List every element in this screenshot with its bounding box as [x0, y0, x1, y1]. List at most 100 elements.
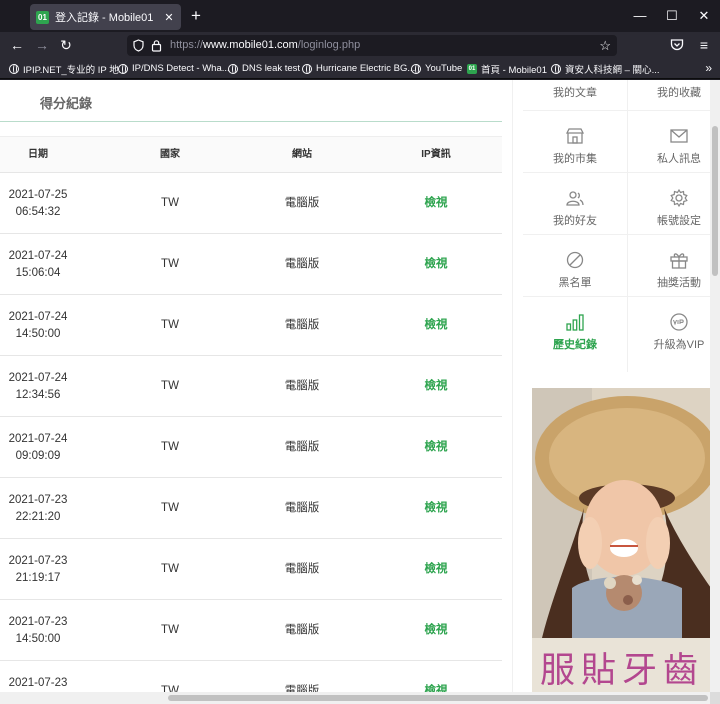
menu-my-friends[interactable]: 我的好友 — [523, 180, 627, 242]
login-log-panel: 得分紀錄 日期 國家 網站 IP資訊 2021-07-25 06:54:32 TW… — [0, 80, 502, 692]
menu-private-messages[interactable]: 私人訊息 — [627, 118, 710, 180]
menu-lucky-draw[interactable]: 抽獎活動 — [627, 242, 710, 304]
store-icon — [565, 128, 585, 144]
friends-icon — [566, 191, 584, 206]
date-cell: 2021-07-23 21:19:17 — [8, 555, 68, 584]
view-ip-link[interactable]: 檢視 — [398, 234, 474, 294]
column-header-site: 網站 — [292, 149, 312, 160]
date-cell: 2021-07-23 22:21:20 — [8, 494, 68, 523]
date-cell: 2021-07-24 09:09:09 — [8, 433, 68, 462]
site-cell: 電腦版 — [284, 685, 320, 692]
bookmark-item[interactable]: IP/DNS Detect - Wha... — [118, 58, 230, 79]
blocked-icon — [566, 251, 584, 269]
globe-icon — [228, 63, 238, 74]
menu-icon[interactable]: ≡ — [694, 34, 714, 56]
mobile01-favicon-icon: 01 — [467, 63, 477, 74]
site-cell: 電腦版 — [284, 258, 320, 270]
view-ip-link[interactable]: 檢視 — [398, 356, 474, 416]
ad-headline: 服貼牙齒 — [540, 651, 705, 691]
tab-close-icon[interactable]: ✕ — [163, 11, 175, 24]
menu-history[interactable]: 歷史紀錄 — [523, 304, 627, 366]
view-ip-link[interactable]: 檢視 — [398, 417, 474, 477]
advertisement-banner[interactable]: 服貼牙齒 — [532, 388, 710, 692]
url-text[interactable]: https://www.mobile01.com/loginlog.php — [170, 35, 360, 56]
date-cell: 2021-07-24 12:34:56 — [8, 372, 68, 401]
scrollbar-thumb[interactable] — [712, 126, 718, 276]
table-row: 2021-07-24 14:50:00 TW 電腦版 檢視 — [0, 295, 502, 356]
page-viewport: 得分紀錄 日期 國家 網站 IP資訊 2021-07-25 06:54:32 TW… — [0, 80, 710, 692]
menu-my-favorites[interactable]: 我的收藏 — [627, 80, 710, 110]
table-row: 2021-07-23 14:50:00 TW 電腦版 檢視 — [0, 600, 502, 661]
mail-icon — [670, 129, 688, 143]
url-bar[interactable]: https://www.mobile01.com/loginlog.php ☆ — [127, 35, 617, 56]
globe-icon — [9, 63, 19, 74]
site-cell: 電腦版 — [284, 197, 320, 209]
horizontal-scrollbar[interactable] — [0, 692, 710, 704]
chevron-more-icon[interactable]: » — [705, 58, 712, 79]
minimize-icon[interactable]: — — [630, 6, 650, 26]
bookmark-item[interactable]: 01 首頁 - Mobile01 — [467, 58, 547, 79]
view-ip-link[interactable]: 檢視 — [398, 600, 474, 660]
grid-divider — [523, 110, 710, 111]
country-cell: TW — [161, 319, 179, 331]
site-cell: 電腦版 — [284, 563, 320, 575]
lock-icon — [151, 40, 162, 52]
date-cell: 2021-07-23 14:50:00 — [8, 616, 68, 645]
bookmark-star-icon[interactable]: ☆ — [599, 35, 611, 56]
menu-my-articles[interactable]: 我的文章 — [523, 80, 627, 110]
view-ip-link[interactable]: 檢視 — [398, 539, 474, 599]
table-row: 2021-07-24 09:09:09 TW 電腦版 檢視 — [0, 417, 502, 478]
section-header: 得分紀錄 — [0, 80, 502, 122]
gift-icon — [670, 253, 688, 269]
pocket-icon[interactable] — [670, 38, 684, 52]
tab-bar: 01 登入記錄 - Mobile01 ✕ + — ☐ ✕ — [0, 0, 720, 32]
section-title: 得分紀錄 — [40, 96, 93, 111]
view-ip-link[interactable]: 檢視 — [398, 173, 474, 233]
mobile01-favicon-icon: 01 — [36, 10, 49, 24]
date-cell: 2021-07-24 15:06:04 — [8, 250, 68, 279]
table-row: 2021-07-24 15:06:04 TW 電腦版 檢視 — [0, 234, 502, 295]
forward-icon[interactable]: → — [32, 34, 52, 56]
country-cell: TW — [161, 380, 179, 392]
country-cell: TW — [161, 258, 179, 270]
maximize-icon[interactable]: ☐ — [662, 6, 682, 26]
back-icon[interactable]: ← — [7, 34, 27, 56]
date-cell: 2021-07-24 14:50:00 — [8, 311, 68, 340]
bookmark-item[interactable]: IPIP.NET_专业的 IP 地... — [9, 58, 127, 79]
table-row: 2021-07-24 12:34:56 TW 電腦版 檢視 — [0, 356, 502, 417]
bookmarks-toolbar: IPIP.NET_专业的 IP 地... IP/DNS Detect - Wha… — [0, 58, 720, 79]
browser-tab[interactable]: 01 登入記錄 - Mobile01 ✕ — [30, 4, 181, 30]
globe-icon — [118, 63, 128, 74]
site-cell: 電腦版 — [284, 624, 320, 636]
tab-title: 登入記錄 - Mobile01 — [55, 12, 154, 24]
view-ip-link[interactable]: 檢視 — [398, 661, 474, 692]
bookmark-item[interactable]: YouTube — [411, 58, 462, 79]
menu-blacklist[interactable]: 黑名單 — [523, 242, 627, 304]
vip-icon — [670, 313, 688, 331]
site-cell: 電腦版 — [284, 319, 320, 331]
reload-icon[interactable]: ↻ — [56, 34, 76, 56]
menu-my-market[interactable]: 我的市集 — [523, 118, 627, 180]
view-ip-link[interactable]: 檢視 — [398, 478, 474, 538]
bookmark-item[interactable]: DNS leak test — [228, 58, 300, 79]
table-row: 2021-07-25 06:54:32 TW 電腦版 檢視 — [0, 173, 502, 234]
country-cell: TW — [161, 502, 179, 514]
history-chart-icon — [566, 314, 584, 331]
menu-account-settings[interactable]: 帳號設定 — [627, 180, 710, 242]
new-tab-icon[interactable]: + — [186, 6, 206, 26]
globe-icon — [411, 63, 421, 74]
close-window-icon[interactable]: ✕ — [694, 6, 714, 26]
table-row: 2021-07-23 21:19:17 TW 電腦版 檢視 — [0, 539, 502, 600]
vertical-scrollbar[interactable] — [710, 80, 720, 692]
bookmark-item[interactable]: 資安人科技網 – 關心... — [551, 58, 659, 79]
gear-icon — [670, 188, 688, 208]
date-cell: 2021-07-23 — [8, 677, 68, 689]
scrollbar-thumb[interactable] — [168, 695, 708, 701]
country-cell: TW — [161, 563, 179, 575]
menu-upgrade-vip[interactable]: 升級為VIP — [627, 304, 710, 366]
date-cell: 2021-07-25 06:54:32 — [8, 189, 68, 218]
column-header-date: 日期 — [28, 149, 48, 160]
bookmark-item[interactable]: Hurricane Electric BG... — [302, 58, 415, 79]
navigation-bar: ← → ↻ https://www.mobile01.com/loginlog.… — [0, 32, 720, 58]
view-ip-link[interactable]: 檢視 — [398, 295, 474, 355]
